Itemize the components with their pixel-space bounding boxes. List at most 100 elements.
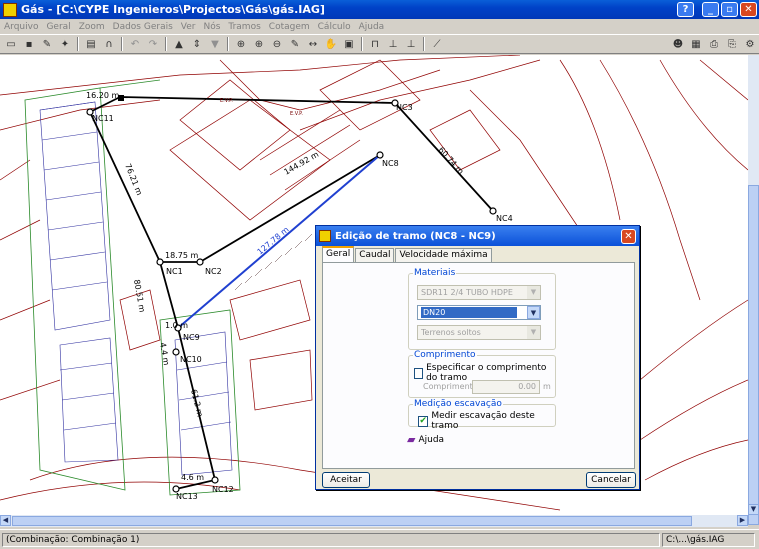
save-icon[interactable]: ▪	[20, 36, 38, 52]
wand-icon[interactable]: ✦	[56, 36, 74, 52]
chevron-down-icon[interactable]: ▼	[527, 286, 540, 299]
node-label: NC13	[176, 492, 198, 501]
menu-calculo[interactable]: Cálculo	[318, 22, 351, 32]
section-icon[interactable]: ⊥	[384, 36, 402, 52]
toolbar-separator	[77, 37, 79, 51]
printer-icon[interactable]: ⎙	[705, 36, 723, 52]
menu-tramos[interactable]: Tramos	[228, 22, 260, 32]
dimension-label: 18.75 m	[165, 251, 198, 260]
axis-icon[interactable]: ⊥	[402, 36, 420, 52]
menu-dados-gerais[interactable]: Dados Gerais	[113, 22, 173, 32]
pencil-icon[interactable]: ✎	[286, 36, 304, 52]
tab-geral[interactable]: Geral	[322, 246, 355, 262]
redraw-icon[interactable]: ▣	[340, 36, 358, 52]
measure-icon[interactable]: ↔	[304, 36, 322, 52]
node-label: NC2	[205, 267, 222, 276]
medicao-group: Medição escavação ✔ Medir escavação dest…	[408, 399, 556, 431]
map-annotation: E.V.P.	[220, 98, 233, 104]
material-select[interactable]: SDR11 2/4 TUBO HDPE ▼	[417, 285, 541, 300]
settings-icon[interactable]: ⚙	[741, 36, 759, 52]
redo-icon[interactable]: ↷	[144, 36, 162, 52]
menu-ver[interactable]: Ver	[181, 22, 196, 32]
elevation-icon[interactable]: ⊓	[366, 36, 384, 52]
menu-bar: Arquivo Geral Zoom Dados Gerais Ver Nós …	[0, 19, 759, 34]
tab-panel-geral: Materiais SDR11 2/4 TUBO HDPE ▼ DN20 ▼ T…	[322, 262, 635, 469]
open-icon[interactable]: ▭	[2, 36, 20, 52]
node-label: NC10	[180, 355, 202, 364]
selected-pipe-length: 127.78 m	[256, 225, 291, 257]
map-annotation: E.V.P.	[290, 111, 303, 117]
scroll-right-icon[interactable]: ▶	[737, 515, 748, 526]
zoom-in-icon[interactable]: ⊕	[250, 36, 268, 52]
vertical-scrollbar[interactable]: ▼	[748, 55, 759, 525]
print-preview-icon[interactable]: ▤	[82, 36, 100, 52]
title-bar: Gás - [C:\CYPE Ingenieros\Projectos\Gás\…	[0, 0, 759, 19]
help-button[interactable]: ?	[677, 2, 694, 17]
minimize-button[interactable]: _	[702, 2, 719, 17]
chevron-down-icon[interactable]: ▼	[527, 306, 540, 319]
accept-button[interactable]: Aceitar	[322, 472, 370, 488]
arrow-up-icon[interactable]: ▲	[170, 36, 188, 52]
tools-icon[interactable]: ✎	[38, 36, 56, 52]
chevron-down-icon[interactable]: ▼	[527, 326, 540, 339]
menu-zoom[interactable]: Zoom	[79, 22, 105, 32]
material-value: SDR11 2/4 TUBO HDPE	[421, 288, 513, 297]
dialog-close-button[interactable]: ✕	[621, 228, 636, 244]
menu-geral[interactable]: Geral	[46, 22, 70, 32]
length-input[interactable]: 0.00	[472, 380, 540, 394]
toolbar-separator	[121, 37, 123, 51]
checkbox-box[interactable]	[414, 367, 424, 379]
menu-cotagem[interactable]: Cotagem	[269, 22, 310, 32]
horizontal-scrollbar[interactable]: ◀ ▶	[0, 515, 748, 527]
menu-ajuda[interactable]: Ajuda	[359, 22, 385, 32]
calculator-icon[interactable]: ▦	[687, 36, 705, 52]
pan-hand-icon[interactable]: ✋	[322, 36, 340, 52]
vertical-scroll-thumb[interactable]	[748, 185, 759, 525]
dialog-title-bar[interactable]: Edição de tramo (NC8 - NC9) ✕	[316, 226, 639, 246]
app-icon	[3, 2, 17, 17]
materiais-legend: Materiais	[414, 268, 456, 278]
graph-icon[interactable]: ⟋	[428, 36, 446, 52]
menu-arquivo[interactable]: Arquivo	[4, 22, 38, 32]
diameter-select[interactable]: DN20 ▼	[417, 305, 541, 320]
node-label: NC4	[496, 214, 513, 223]
diameter-value: DN20	[421, 307, 517, 318]
terrain-select[interactable]: Terrenos soltos ▼	[417, 325, 541, 340]
materiais-group: Materiais SDR11 2/4 TUBO HDPE ▼ DN20 ▼ T…	[408, 268, 556, 350]
user-icon[interactable]: ☻	[669, 36, 687, 52]
scroll-down-icon[interactable]: ▼	[748, 504, 759, 515]
comprimento-legend: Comprimento	[414, 350, 476, 360]
zoom-out-icon[interactable]: ⊖	[268, 36, 286, 52]
undo-icon[interactable]: ↶	[126, 36, 144, 52]
measure-excavation-checkbox[interactable]: ✔ Medir escavação deste tramo	[418, 411, 555, 431]
magnet-icon[interactable]: ∩	[100, 36, 118, 52]
cancel-button[interactable]: Cancelar	[586, 472, 636, 488]
help-link[interactable]: ▰ Ajuda	[407, 433, 444, 446]
toolbar-separator	[423, 37, 425, 51]
arrow-down-icon[interactable]: ▼	[206, 36, 224, 52]
arrow-updown-icon[interactable]: ⇕	[188, 36, 206, 52]
status-bar: (Combinação: Combinação 1) C:\...\gás.IA…	[0, 529, 759, 549]
measure-excavation-label: Medir escavação deste tramo	[431, 411, 535, 431]
checkmark-icon[interactable]: ✔	[418, 415, 429, 427]
zoom-window-icon[interactable]: ⊕	[232, 36, 250, 52]
help-label: Ajuda	[418, 434, 445, 445]
book-icon: ▰	[407, 433, 416, 446]
status-combination: (Combinação: Combinação 1)	[2, 532, 660, 547]
tab-caudal[interactable]: Caudal	[355, 248, 395, 262]
comprimento-group: Comprimento Especificar o comprimento do…	[408, 350, 556, 398]
menu-nos[interactable]: Nós	[203, 22, 220, 32]
node-label: NC3	[396, 103, 413, 112]
node-label: NC9	[183, 333, 200, 342]
dimension-label: 144.92 m	[283, 150, 321, 177]
scroll-left-icon[interactable]: ◀	[0, 515, 11, 526]
maximize-button[interactable]: ▫	[721, 2, 738, 17]
horizontal-scroll-thumb[interactable]	[12, 516, 692, 526]
close-button[interactable]: ✕	[740, 2, 757, 17]
export-icon[interactable]: ⎘	[723, 36, 741, 52]
node-label: NC8	[382, 159, 399, 168]
toolbar-separator	[227, 37, 229, 51]
status-file: C:\...\gás.IAG	[662, 532, 755, 547]
medicao-legend: Medição escavação	[414, 399, 502, 409]
tab-velocidade-maxima[interactable]: Velocidade máxima	[395, 248, 492, 262]
